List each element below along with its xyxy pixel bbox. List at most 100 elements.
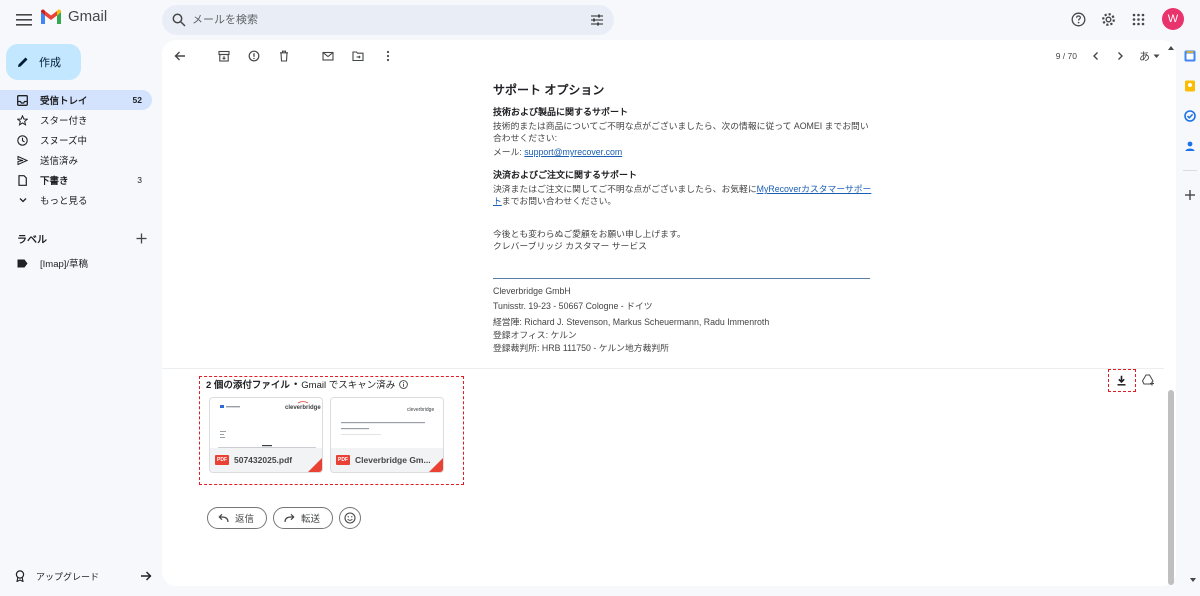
- apps-grid-icon[interactable]: [1130, 11, 1146, 27]
- add-to-drive-icon[interactable]: [1142, 374, 1155, 386]
- svg-text:cleverbridge: cleverbridge: [285, 405, 321, 411]
- sidebar-item-inbox[interactable]: 受信トレイ 52: [0, 90, 152, 110]
- signature-divider: [493, 278, 870, 279]
- pager-count: 9 / 70: [1055, 51, 1077, 61]
- hamburger-icon: [16, 14, 32, 26]
- attachment-thumbnail: cleverbridge: [331, 398, 443, 450]
- clock-icon: [17, 134, 28, 146]
- gmail-logo[interactable]: Gmail: [40, 8, 107, 25]
- attachment-card[interactable]: cleverbridge PDF Cleverbridge Gm...: [330, 397, 444, 473]
- message-panel: 9 / 70 あ サポート オプション 技術および製品に関するサポート 技術的ま…: [162, 40, 1176, 586]
- search-icon: [172, 13, 186, 27]
- add-label-icon[interactable]: [136, 233, 147, 244]
- closing-line-2: クレバーブリッジ カスタマー サービス: [493, 240, 647, 251]
- sidebar-item-snoozed[interactable]: スヌーズ中: [0, 130, 152, 150]
- svg-text:cleverbridge: cleverbridge: [407, 407, 434, 413]
- footer-managers: 経営陣: Richard J. Stevenson, Markus Scheue…: [493, 317, 770, 328]
- forward-label: 転送: [301, 514, 321, 525]
- attachment-footer: PDF 507432025.pdf: [210, 448, 322, 472]
- tech-heading: 技術および製品に関するサポート: [493, 107, 629, 118]
- footer-court: 登録裁判所: HRB 111750 - ケルン地方裁判所: [493, 342, 669, 353]
- forward-button[interactable]: 転送: [273, 507, 334, 529]
- move-to-folder-icon[interactable]: [350, 48, 366, 64]
- sidebar-item-label: もっと見る: [40, 196, 88, 207]
- rail-divider: [1183, 170, 1197, 171]
- upgrade-button[interactable]: アップグレード: [14, 566, 152, 586]
- attachment-thumbnail: cleverbridge: [210, 398, 322, 450]
- pager: 9 / 70 あ: [1056, 48, 1160, 64]
- sidebar-item-sent[interactable]: 送信済み: [0, 150, 152, 170]
- attachment-footer: PDF Cleverbridge Gm...: [331, 448, 443, 472]
- draft-icon: [17, 174, 28, 186]
- payment-heading: 決済およびご注文に関するサポート: [493, 169, 638, 180]
- mark-unread-icon[interactable]: [320, 48, 336, 64]
- sidebar-item-label: 送信済み: [40, 156, 79, 167]
- calendar-icon[interactable]: [1184, 50, 1196, 62]
- page-corner-icon: [308, 458, 322, 472]
- attachment-filename: Cleverbridge Gm...: [355, 455, 431, 465]
- mail-line: メール: support@myrecover.com: [493, 147, 873, 159]
- payment-body-pre: 決済またはご注文に関してご不明な点がございましたら、お気軽に: [493, 184, 757, 195]
- sidebar-item-starred[interactable]: スター付き: [0, 110, 152, 130]
- trash-icon[interactable]: [276, 48, 292, 64]
- tasks-icon[interactable]: [1184, 110, 1196, 122]
- reply-actions: 返信 転送: [207, 507, 362, 529]
- chevron-down-icon: [17, 195, 28, 206]
- download-all-icon[interactable]: [1116, 375, 1127, 386]
- input-tools-label: あ: [1139, 51, 1150, 63]
- support-title: サポート オプション: [493, 83, 605, 97]
- contacts-icon[interactable]: [1184, 140, 1196, 152]
- pdf-icon: PDF: [336, 455, 350, 465]
- search-bar[interactable]: [162, 5, 614, 35]
- main-menu-button[interactable]: [12, 8, 36, 32]
- draft-count: 3: [137, 175, 142, 185]
- sidebar-item-label: 受信トレイ: [40, 96, 88, 107]
- help-icon[interactable]: [1070, 11, 1086, 27]
- next-chevron-icon[interactable]: [1115, 51, 1125, 61]
- keep-notes-icon[interactable]: [1184, 80, 1196, 92]
- compose-label: 作成: [39, 57, 61, 69]
- avatar[interactable]: W: [1162, 8, 1184, 30]
- compose-button[interactable]: 作成: [6, 44, 81, 80]
- footer-address: Tunisstr. 19-23 - 50667 Cologne - ドイツ: [493, 301, 653, 312]
- attachment-card[interactable]: cleverbridge PDF 507432025.pdf: [209, 397, 323, 473]
- scroll-up-icon[interactable]: [1166, 44, 1176, 52]
- side-panel-rail: [1180, 40, 1200, 201]
- scroll-down-icon[interactable]: [1188, 576, 1198, 584]
- top-right-icons: W: [1070, 8, 1184, 30]
- smiley-icon: [344, 512, 356, 524]
- emoji-reaction-button[interactable]: [339, 507, 362, 529]
- pencil-icon: [18, 57, 28, 67]
- gmail-m-icon: [41, 9, 61, 24]
- reply-label: 返信: [235, 514, 255, 525]
- upgrade-label: アップグレード: [36, 571, 100, 582]
- input-tools-button[interactable]: あ: [1139, 48, 1160, 64]
- unread-count: 52: [132, 95, 142, 105]
- sidebar-item-label: 下書き: [40, 176, 69, 187]
- labels-header: ラベル: [17, 231, 147, 246]
- archive-icon[interactable]: [216, 48, 232, 64]
- sidebar-item-label-imap[interactable]: [Imap]/草稿: [17, 256, 88, 270]
- scrollbar-thumb[interactable]: [1168, 390, 1174, 585]
- add-addon-icon[interactable]: [1184, 189, 1196, 201]
- report-spam-icon[interactable]: [246, 48, 262, 64]
- payment-body-post: までお問い合わせください。: [501, 195, 617, 206]
- attachments-divider: [162, 368, 1164, 369]
- payment-body: 決済またはご注文に関してご不明な点がございましたら、お気軽にMyRecoverカ…: [493, 184, 873, 208]
- pdf-icon: PDF: [215, 455, 229, 465]
- support-email-link[interactable]: support@myrecover.com: [524, 147, 622, 157]
- sidebar-item-more[interactable]: もっと見る: [0, 190, 152, 210]
- more-vert-icon[interactable]: [380, 48, 396, 64]
- sidebar-item-label: スヌーズ中: [40, 136, 88, 147]
- upgrade-badge-icon: [15, 570, 25, 582]
- inbox-icon: [17, 94, 28, 106]
- sidebar-item-drafts[interactable]: 下書き 3: [0, 170, 152, 190]
- prev-chevron-icon[interactable]: [1091, 51, 1101, 61]
- back-arrow-icon[interactable]: [172, 48, 188, 64]
- send-icon: [17, 155, 28, 166]
- settings-gear-icon[interactable]: [1100, 11, 1116, 27]
- search-input[interactable]: [192, 14, 590, 26]
- message-toolbar: [162, 40, 1176, 72]
- reply-button[interactable]: 返信: [207, 507, 268, 529]
- email-body: サポート オプション 技術および製品に関するサポート 技術的または商品についてご…: [493, 82, 873, 253]
